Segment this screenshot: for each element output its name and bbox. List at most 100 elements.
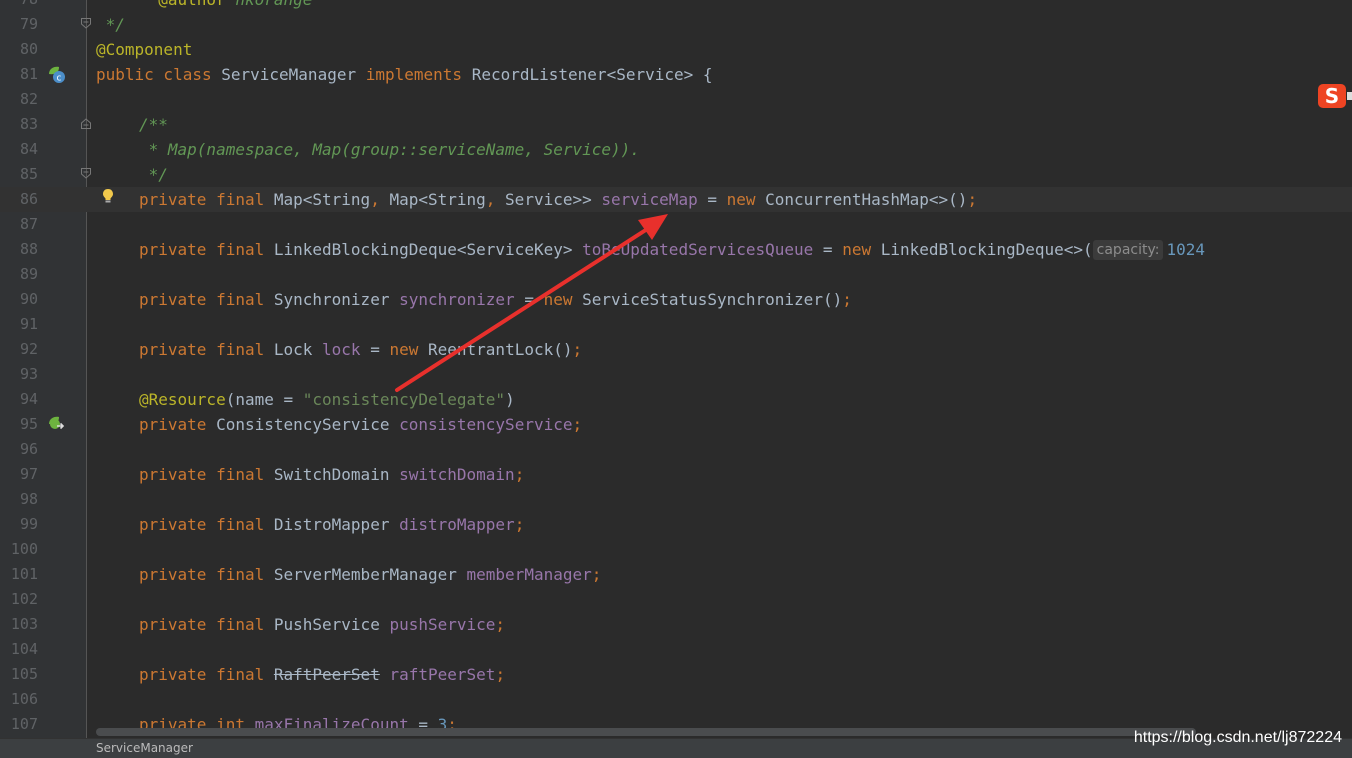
spring-bean-icon[interactable]: c: [47, 65, 66, 84]
code-token: private final: [139, 665, 274, 684]
code-token: */: [96, 15, 125, 34]
code-token: Map<String: [389, 190, 486, 209]
code-line[interactable]: 102: [0, 587, 1352, 612]
code-text[interactable]: private final RaftPeerSet raftPeerSet;: [139, 662, 505, 687]
code-text[interactable]: public class ServiceManager implements R…: [96, 62, 713, 87]
code-token: new: [842, 240, 881, 259]
code-line[interactable]: 93: [0, 362, 1352, 387]
line-number: 88: [19, 240, 38, 258]
ime-logo[interactable]: S: [1318, 84, 1352, 108]
code-token: private: [139, 415, 217, 434]
horizontal-scrollbar[interactable]: [96, 728, 1196, 736]
code-text[interactable]: private final PushService pushService;: [139, 612, 505, 637]
line-number: 92: [19, 340, 38, 358]
code-line[interactable]: 94 @Resource(name = "consistencyDelegate"…: [0, 387, 1352, 412]
fold-end-icon[interactable]: [81, 18, 91, 29]
code-token: RaftPeerSet: [273, 665, 380, 684]
code-line[interactable]: 83 /**: [0, 112, 1352, 137]
code-token: pushService: [389, 615, 496, 634]
code-token: PushService: [273, 615, 390, 634]
code-token: Lock: [273, 340, 323, 359]
code-text[interactable]: @Resource(name = "consistencyDelegate"): [139, 387, 515, 412]
code-line[interactable]: 91: [0, 312, 1352, 337]
code-token: Synchronizer: [273, 290, 400, 309]
code-line[interactable]: 96: [0, 437, 1352, 462]
code-line[interactable]: 78 @author nkorange: [0, 0, 1352, 12]
code-line[interactable]: 103 private final PushService pushService…: [0, 612, 1352, 637]
watermark-text: https://blog.csdn.net/lj872224: [1133, 729, 1342, 746]
code-token: new: [726, 190, 766, 209]
code-line[interactable]: 79 */: [0, 12, 1352, 37]
code-text[interactable]: private final LinkedBlockingDeque<Servic…: [139, 237, 1205, 262]
code-token: implements: [365, 65, 472, 84]
code-line[interactable]: 81 public class ServiceManager implements…: [0, 62, 1352, 87]
code-text[interactable]: */: [139, 162, 168, 187]
code-text[interactable]: /**: [139, 112, 168, 137]
code-token: private final: [139, 515, 274, 534]
code-line[interactable]: 92 private final Lock lock = new Reentran…: [0, 337, 1352, 362]
line-number: 101: [10, 565, 38, 583]
code-text[interactable]: @author nkorange: [139, 0, 312, 12]
code-line[interactable]: 100: [0, 537, 1352, 562]
code-line[interactable]: 95 private ConsistencyService consistency…: [0, 412, 1352, 437]
code-line[interactable]: 85 */: [0, 162, 1352, 187]
fold-end-icon[interactable]: [81, 168, 91, 179]
code-text[interactable]: */: [96, 12, 125, 37]
code-text[interactable]: private final DistroMapper distroMapper;: [139, 512, 524, 537]
code-token: * Map(namespace, Map(group::serviceName,…: [139, 140, 640, 159]
lightbulb-icon[interactable]: [101, 188, 115, 204]
code-text[interactable]: private final Lock lock = new ReentrantL…: [139, 337, 582, 362]
code-line[interactable]: 106: [0, 687, 1352, 712]
code-line[interactable]: 86 private final Map<String, Map<String, …: [0, 187, 1352, 212]
ime-logo-letter: S: [1325, 84, 1339, 108]
code-text[interactable]: @Component: [96, 37, 192, 62]
parameter-hint: capacity:: [1092, 240, 1164, 260]
line-number: 98: [19, 490, 38, 508]
code-token: new: [543, 290, 583, 309]
line-number: 93: [19, 365, 38, 383]
code-line[interactable]: 104: [0, 637, 1352, 662]
line-number: 97: [19, 465, 38, 483]
code-line[interactable]: 88 private final LinkedBlockingDeque<Serv…: [0, 237, 1352, 262]
autowired-navigate-icon[interactable]: [47, 415, 66, 434]
line-number: 84: [19, 140, 38, 158]
code-line[interactable]: 84 * Map(namespace, Map(group::serviceNa…: [0, 137, 1352, 162]
code-token: LinkedBlockingDeque<>(: [880, 240, 1093, 259]
code-token: /**: [139, 115, 168, 134]
code-line[interactable]: 99 private final DistroMapper distroMappe…: [0, 512, 1352, 537]
code-token: switchDomain: [399, 465, 515, 484]
code-token: private final: [139, 565, 274, 584]
line-number: 100: [10, 540, 38, 558]
code-line[interactable]: 105 private final RaftPeerSet raftPeerSet…: [0, 662, 1352, 687]
code-token: ): [505, 390, 515, 409]
code-token: SwitchDomain: [273, 465, 400, 484]
code-line[interactable]: 97 private final SwitchDomain switchDomai…: [0, 462, 1352, 487]
code-text[interactable]: * Map(namespace, Map(group::serviceName,…: [139, 137, 640, 162]
code-token: public class: [96, 65, 222, 84]
code-line[interactable]: 89: [0, 262, 1352, 287]
code-line[interactable]: 90 private final Synchronizer synchronize…: [0, 287, 1352, 312]
code-token: ServiceStatusSynchronizer(): [582, 290, 843, 309]
code-token: "consistencyDelegate": [302, 390, 506, 409]
code-text[interactable]: private ConsistencyService consistencySe…: [139, 412, 582, 437]
fold-start-icon[interactable]: [81, 118, 91, 129]
code-line[interactable]: 80 @Component: [0, 37, 1352, 62]
code-line[interactable]: 101 private final ServerMemberManager mem…: [0, 562, 1352, 587]
code-token: @Resource: [139, 390, 226, 409]
line-number: 79: [19, 15, 38, 33]
code-token: serviceMap: [601, 190, 698, 209]
code-token: DistroMapper: [273, 515, 400, 534]
code-line[interactable]: 98: [0, 487, 1352, 512]
code-line[interactable]: 87: [0, 212, 1352, 237]
line-number: 103: [10, 615, 38, 633]
code-text[interactable]: private final Synchronizer synchronizer …: [139, 287, 852, 312]
code-text[interactable]: private final SwitchDomain switchDomain;: [139, 462, 524, 487]
code-token: memberManager: [466, 565, 592, 584]
breadcrumb[interactable]: ServiceManager: [96, 741, 193, 755]
code-text[interactable]: private final ServerMemberManager member…: [139, 562, 601, 587]
code-line[interactable]: 82: [0, 87, 1352, 112]
code-token: ,: [370, 190, 390, 209]
code-token: private final: [139, 615, 274, 634]
code-text[interactable]: private final Map<String, Map<String, Se…: [139, 187, 977, 212]
